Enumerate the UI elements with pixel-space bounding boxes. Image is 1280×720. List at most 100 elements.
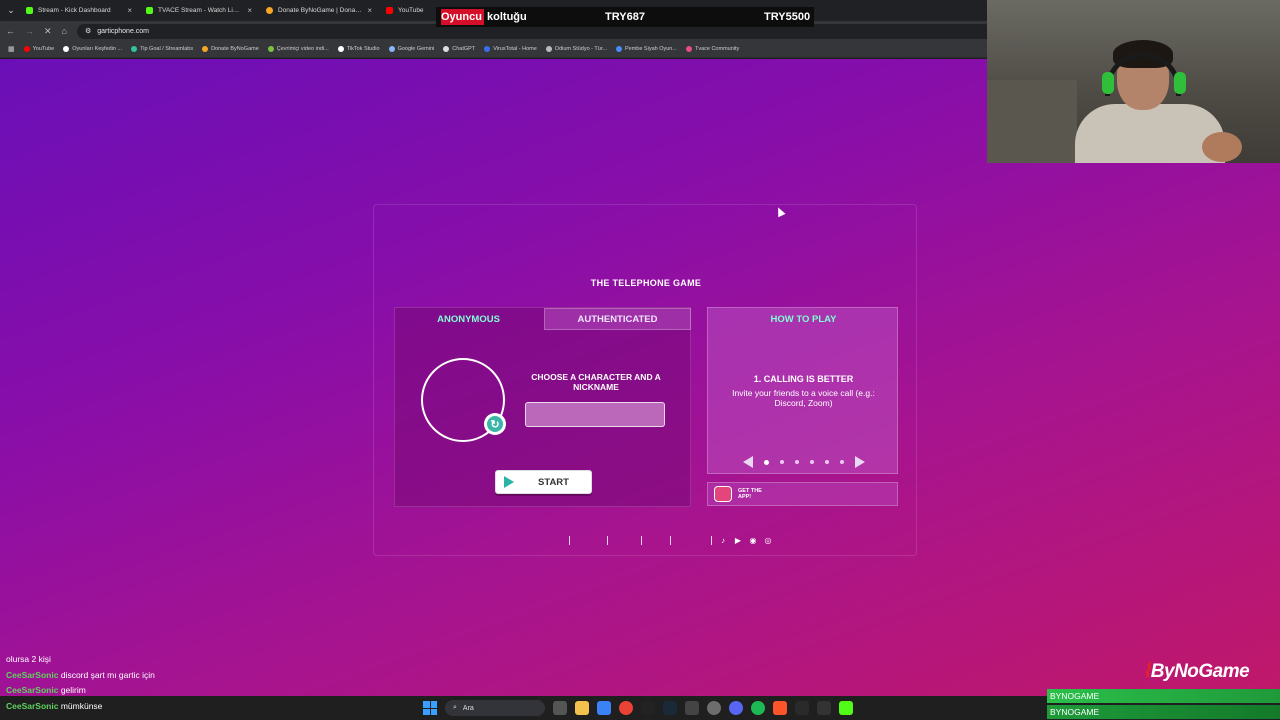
browser-tab-2[interactable]: Donate ByNoGame | Donations × xyxy=(260,1,378,20)
tiktok-icon xyxy=(337,46,344,52)
site-info-icon[interactable]: ⚙ xyxy=(85,27,91,35)
brave-icon[interactable] xyxy=(773,701,787,715)
app-icon[interactable] xyxy=(795,701,809,715)
bookmark-odium[interactable]: Odium Stüdyo - Tür... xyxy=(545,46,607,52)
chrome-icon[interactable] xyxy=(619,701,633,715)
bookmark-tiktok[interactable]: TikTok Studio xyxy=(337,46,380,52)
divider xyxy=(607,536,608,545)
refresh-icon: ↻ xyxy=(487,416,503,432)
app-icon[interactable] xyxy=(685,701,699,715)
gartic-app-icon xyxy=(714,486,732,502)
start-button[interactable]: START xyxy=(495,470,592,494)
seat-label-rest: koltuğu xyxy=(483,11,527,23)
close-tab-icon[interactable]: × xyxy=(247,6,252,15)
task-view-icon[interactable] xyxy=(553,701,567,715)
get-app-label: GET THE APP! xyxy=(738,488,762,500)
carousel-dot[interactable] xyxy=(809,460,814,464)
social-links: ♪ ▶ ◉ ◎ xyxy=(718,536,773,545)
youtube-icon[interactable]: ▶ xyxy=(733,536,743,545)
kick-icon xyxy=(26,7,33,14)
tiktok-icon[interactable]: ♪ xyxy=(718,536,728,545)
divider xyxy=(569,536,570,545)
bookmark-pembe[interactable]: Pembe Siyah Oyun... xyxy=(615,46,677,52)
next-arrow-icon[interactable] xyxy=(854,456,865,468)
download-icon xyxy=(267,46,274,52)
bookmark-label: Tip Goal / Streamlabs xyxy=(140,46,194,52)
tab-authenticated[interactable]: AUTHENTICATED xyxy=(544,308,691,330)
app-icon[interactable] xyxy=(641,701,655,715)
app-icon[interactable] xyxy=(707,701,721,715)
bookmark-label: Oyunları Keşfedin ... xyxy=(72,46,123,52)
carousel-dot[interactable] xyxy=(794,460,799,464)
tab-anonymous[interactable]: ANONYMOUS xyxy=(395,308,542,330)
bookmark-bynogame[interactable]: Donate ByNoGame xyxy=(202,46,259,52)
back-icon[interactable]: ← xyxy=(6,26,15,36)
bookmark-youtube[interactable]: YouTube xyxy=(23,46,54,52)
bookmark-label: Çevrimiçi video indi... xyxy=(276,46,329,52)
chat-text: gelirim xyxy=(60,685,86,695)
virustotal-icon xyxy=(484,46,491,52)
bookmark-label: Donate ByNoGame xyxy=(211,46,259,52)
bookmark-tvace[interactable]: Tvace Community xyxy=(685,46,739,52)
donation-bar: Oyuncu koltuğu TRY687 TRY5500 xyxy=(436,7,814,27)
bookmark-streamlabs[interactable]: Tip Goal / Streamlabs xyxy=(131,46,193,52)
bookmark-label: Google Gemini xyxy=(397,46,435,52)
folder-icon[interactable] xyxy=(575,701,589,715)
tab-search-icon[interactable]: ⌄ xyxy=(4,5,18,16)
windows-start-icon[interactable] xyxy=(423,701,437,715)
close-tab-icon[interactable]: × xyxy=(367,6,372,15)
kick-icon[interactable] xyxy=(839,701,853,715)
store-icon[interactable] xyxy=(597,701,611,715)
bookmark-gemini[interactable]: Google Gemini xyxy=(388,46,435,52)
chat-message: CeeSarSonic discord şart mı gartic için xyxy=(6,668,266,684)
brand-bar: BYNOGAME xyxy=(1047,689,1280,703)
taskbar-search[interactable]: ⌕ Ara xyxy=(445,700,545,716)
bookmark-chatgpt[interactable]: ChatGPT xyxy=(443,46,475,52)
browser-tab-1[interactable]: TVACE Stream - Watch Live on × xyxy=(140,1,258,20)
bookmark-video-downloader[interactable]: Çevrimiçi video indi... xyxy=(267,46,329,52)
carousel-dot[interactable] xyxy=(824,460,829,464)
bookmark-label: TikTok Studio xyxy=(346,46,380,52)
choose-character-label: CHOOSE A CHARACTER AND A NICKNAME xyxy=(531,372,661,392)
bynogame-logo: ⌇ByNoGame xyxy=(1142,660,1250,683)
avatar-change-button[interactable]: ↻ xyxy=(484,413,506,435)
instagram-icon[interactable]: ◎ xyxy=(763,536,773,545)
chat-message: olursa 2 kişi xyxy=(6,652,266,668)
flame-icon: ⌇ xyxy=(1142,661,1151,682)
donation-goal: TRY5500 xyxy=(764,11,811,23)
youtube-icon xyxy=(23,46,30,52)
discord-icon[interactable] xyxy=(729,701,743,715)
obs-icon[interactable] xyxy=(817,701,831,715)
chat-username: CeeSarSonic xyxy=(6,669,59,680)
spotify-icon[interactable] xyxy=(751,701,765,715)
steam-icon[interactable] xyxy=(663,701,677,715)
carousel-dot[interactable] xyxy=(839,460,844,464)
nickname-input[interactable] xyxy=(525,402,665,427)
browser-tab-0[interactable]: Stream - Kick Dashboard × xyxy=(20,1,138,20)
search-label: Ara xyxy=(462,704,474,712)
bynogame-icon xyxy=(266,7,273,14)
prev-arrow-icon[interactable] xyxy=(742,456,753,468)
chat-username: CeeSarSonic xyxy=(6,685,59,695)
close-tab-icon[interactable]: × xyxy=(127,6,132,15)
chatgpt-icon xyxy=(443,46,450,52)
bookmark-label: VirusTotal - Home xyxy=(493,46,537,52)
game-card: THE TELEPHONE GAME ANONYMOUS AUTHENTICAT… xyxy=(373,204,917,556)
tvace-icon xyxy=(685,46,692,52)
bookmark-games[interactable]: Oyunları Keşfedin ... xyxy=(63,46,122,52)
stop-loading-icon[interactable]: ✕ xyxy=(44,26,52,37)
home-icon[interactable]: ⌂ xyxy=(62,26,67,36)
carousel-dot[interactable] xyxy=(763,459,769,465)
start-label: START xyxy=(538,476,569,488)
discord-icon[interactable]: ◉ xyxy=(748,536,758,545)
carousel-dot[interactable] xyxy=(779,460,784,464)
how-to-play-title: HOW TO PLAY xyxy=(770,314,837,325)
tab-label: TVACE Stream - Watch Live on xyxy=(158,7,243,14)
get-app-banner[interactable]: GET THE APP! xyxy=(707,482,898,506)
windows-taskbar: ⌕ Ara xyxy=(0,696,1040,720)
forward-icon[interactable]: → xyxy=(25,26,34,36)
apps-icon[interactable]: ▦ xyxy=(8,45,15,53)
bookmark-virustotal[interactable]: VirusTotal - Home xyxy=(484,46,537,52)
bynogame-icon xyxy=(202,46,209,52)
chat-text: olursa 2 kişi xyxy=(6,654,51,664)
